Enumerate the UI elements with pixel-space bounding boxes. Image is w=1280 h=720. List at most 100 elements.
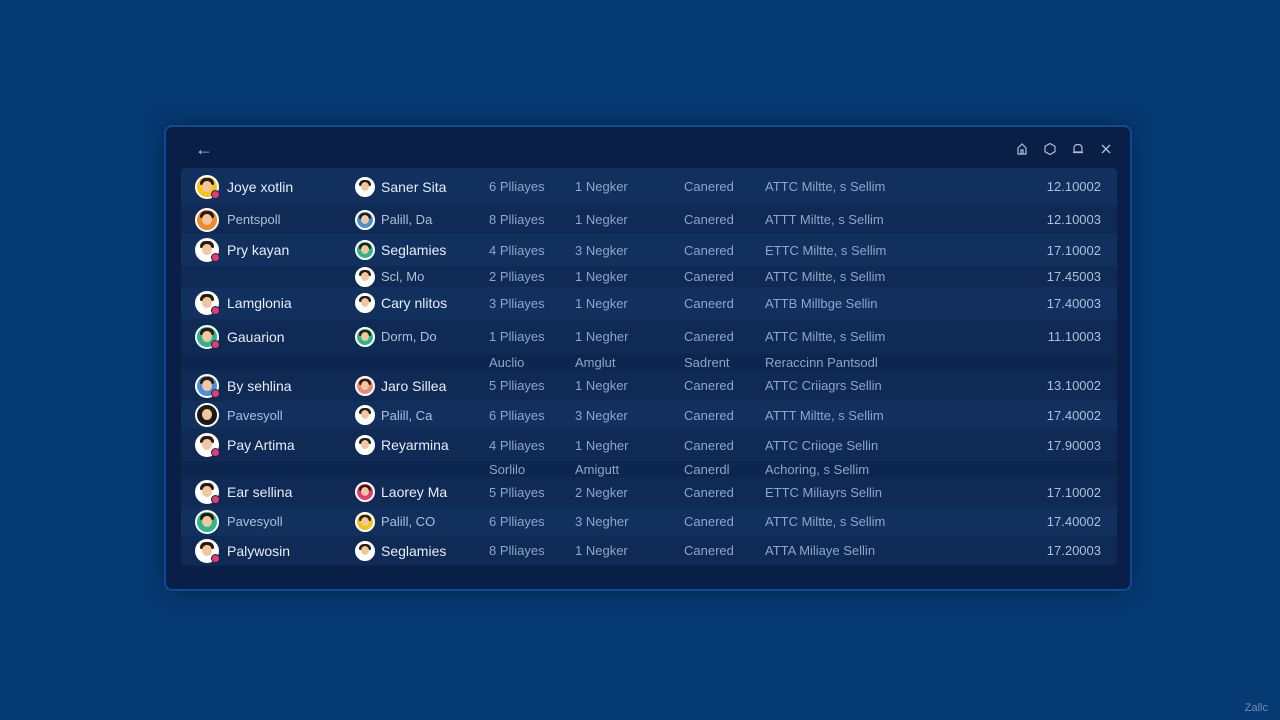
score-cell: 17.10002	[1046, 484, 1101, 500]
opponent-cell: Jaro Sillea	[355, 370, 446, 401]
status-cell: Canered	[684, 378, 734, 393]
table-row[interactable]: Lamglonia Cary nlitos 3 Plliayes 1 Negker Ca…	[181, 287, 1117, 319]
watermark: Zallc	[1244, 702, 1268, 714]
player-name[interactable]: Gauarion	[227, 329, 285, 345]
description-cell: ETTC Miltte, s Sellim	[765, 242, 887, 258]
description-cell: ATTT Miltte, s Sellim	[765, 212, 884, 227]
close-icon[interactable]	[1096, 139, 1116, 159]
avatar	[355, 326, 375, 347]
table-row[interactable]: Ear sellina Laorey Ma 5 Plliayes 2 Negker Ca…	[181, 477, 1117, 507]
player-name[interactable]: Pavesyoll	[227, 514, 283, 529]
player-cell: Pry kayan	[195, 234, 289, 266]
players-cell: 6 Plliayes	[489, 179, 545, 194]
player-name[interactable]: By sehlina	[227, 378, 292, 394]
description-cell: Achoring, s Sellim	[765, 461, 870, 477]
description-cell: ETTC Miliayrs Sellin	[765, 484, 883, 500]
player-name[interactable]: Pay Artima	[227, 437, 295, 453]
avatar	[195, 373, 220, 398]
player-name[interactable]: Pry kayan	[227, 242, 289, 258]
avatar	[195, 433, 220, 457]
hexagon-icon[interactable]	[1040, 139, 1060, 159]
opponent-name[interactable]: Laorey Ma	[381, 484, 447, 500]
player-name[interactable]: Lamglonia	[227, 295, 292, 311]
opponent-name[interactable]: Palill, Ca	[381, 408, 432, 423]
player-cell: Palywosin	[195, 536, 290, 565]
bell-icon[interactable]	[1068, 139, 1088, 159]
opponent-cell: Reyarmina	[355, 429, 449, 461]
avatar	[195, 174, 220, 199]
table-row[interactable]: Gauarion Dorm, Do 1 Plliayes 1 Negher Canere…	[181, 319, 1117, 354]
player-name[interactable]: Pavesyoll	[227, 408, 283, 423]
avatar	[355, 482, 375, 502]
description-cell: ATTB Millbge Sellin	[765, 295, 878, 311]
avatar	[195, 291, 220, 315]
player-cell: Pavesyoll	[195, 507, 283, 536]
table-row[interactable]: Joye xotlin Saner Sita 6 Plliayes 1 Negker C…	[181, 168, 1117, 205]
player-name[interactable]: Ear sellina	[227, 484, 292, 500]
opponent-name[interactable]: Seglamies	[381, 242, 446, 258]
window-controls	[1012, 139, 1116, 159]
table-row[interactable]: Pay Artima Reyarmina 4 Plliayes 1 Negher Can…	[181, 429, 1117, 461]
player-name[interactable]: Palywosin	[227, 543, 290, 559]
player-cell: Pentspoll	[195, 205, 280, 234]
opponent-name[interactable]: Jaro Sillea	[381, 378, 446, 394]
table-row[interactable]: Pavesyoll Palill, CO 6 Plliayes 3 Negher Can…	[181, 507, 1117, 536]
status-cell: Canered	[684, 269, 734, 284]
table-subheader: Sorlilo Amigutt Canerdl Achoring, s Sellim	[181, 461, 1117, 477]
status-cell: Canered	[684, 212, 734, 227]
opponent-cell: Dorm, Do	[355, 319, 437, 354]
opponent-name[interactable]: Reyarmina	[381, 437, 449, 453]
negker-cell: 1 Negker	[575, 212, 628, 227]
description-cell: ATTA Miliaye Sellin	[765, 543, 876, 558]
player-name[interactable]: Joye xotlin	[227, 179, 293, 195]
table-row[interactable]: Scl, Mo 2 Plliayes 1 Negker Canered ATTC Mil…	[181, 266, 1117, 287]
score-cell: 17.20003	[1046, 543, 1101, 558]
avatar	[355, 293, 375, 313]
avatar	[355, 540, 375, 561]
opponent-name[interactable]: Saner Sita	[381, 179, 446, 195]
avatar	[195, 538, 220, 563]
avatar	[355, 405, 375, 425]
opponent-name[interactable]: Palill, Da	[381, 212, 432, 227]
description-cell: ATTC Criiagrs Sellin	[765, 378, 882, 393]
players-cell: 6 Plliayes	[489, 407, 545, 423]
score-cell: 11.10003	[1047, 329, 1101, 344]
opponent-name[interactable]: Seglamies	[381, 543, 446, 559]
negker-cell: 3 Negker	[575, 242, 628, 258]
opponent-cell: Palill, Da	[355, 205, 432, 234]
negker-cell: 1 Negher	[575, 329, 629, 344]
score-cell: 12.10003	[1046, 212, 1101, 227]
players-cell: 2 Plliayes	[489, 269, 545, 284]
player-cell: Pavesyoll	[195, 401, 283, 429]
score-cell: 17.40003	[1046, 295, 1101, 311]
player-name[interactable]: Pentspoll	[227, 212, 280, 227]
opponent-name[interactable]: Palill, CO	[381, 514, 435, 529]
opponent-cell: Cary nlitos	[355, 287, 447, 319]
players-cell: 5 Plliayes	[489, 378, 545, 393]
avatar	[355, 240, 375, 260]
avatar	[355, 375, 375, 396]
negker-cell: 2 Negker	[575, 484, 628, 500]
opponent-name[interactable]: Cary nlitos	[381, 295, 447, 311]
back-arrow-icon[interactable]: ←	[192, 137, 216, 161]
opponent-cell: Scl, Mo	[355, 266, 424, 287]
status-cell: Sadrent	[684, 354, 730, 370]
players-cell: 8 Plliayes	[489, 543, 545, 558]
negker-cell: 1 Negker	[575, 378, 628, 393]
opponent-name[interactable]: Dorm, Do	[381, 329, 437, 344]
negker-cell: Amigutt	[575, 461, 620, 477]
home-icon[interactable]	[1012, 139, 1032, 159]
opponent-cell: Palill, CO	[355, 507, 435, 536]
description-cell: ATTC Criioge Sellin	[765, 437, 879, 453]
table-row[interactable]: Pavesyoll Palill, Ca 6 Plliayes 3 Negker Can…	[181, 401, 1117, 429]
table-row[interactable]: By sehlina Jaro Sillea 5 Plliayes 1 Negker C…	[181, 370, 1117, 401]
table-row[interactable]: Pentspoll Palill, Da 8 Plliayes 1 Negker Can…	[181, 205, 1117, 234]
opponent-name[interactable]: Scl, Mo	[381, 269, 424, 284]
table-row[interactable]: Pry kayan Seglamies 4 Plliayes 3 Negker Cane…	[181, 234, 1117, 266]
opponent-cell: Palill, Ca	[355, 401, 432, 429]
score-cell: 17.10002	[1046, 242, 1101, 258]
avatar	[195, 238, 220, 262]
opponent-cell: Laorey Ma	[355, 477, 447, 507]
table-row[interactable]: Palywosin Seglamies 8 Plliayes 1 Negker Cane…	[181, 536, 1117, 565]
status-cell: Canered	[684, 242, 734, 258]
